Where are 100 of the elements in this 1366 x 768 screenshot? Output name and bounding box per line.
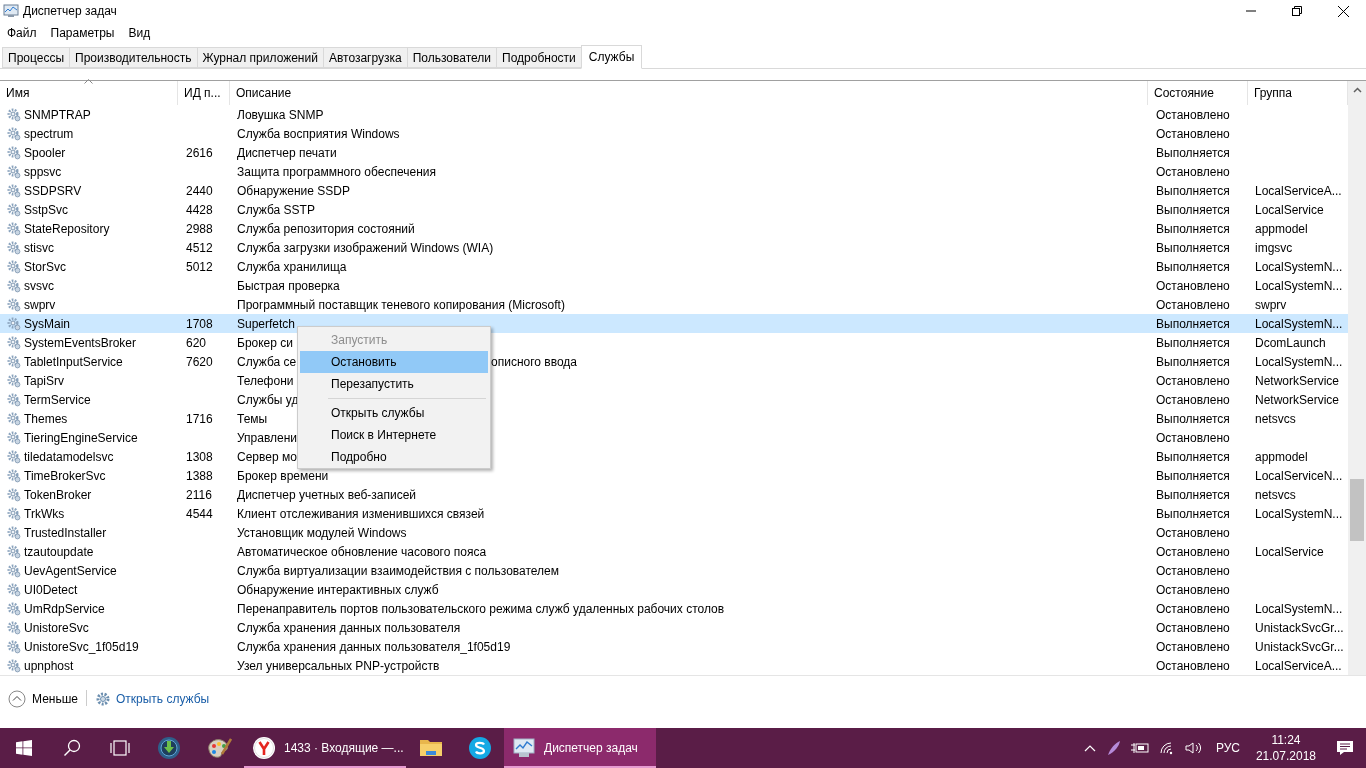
table-cell: LocalService (1255, 544, 1324, 559)
gear-icon (7, 354, 21, 369)
table-cell-text: Диспетчер печати (237, 144, 337, 162)
scrollbar[interactable] (1348, 81, 1366, 675)
table-cell[interactable]: spectrum (24, 124, 74, 143)
menu-item[interactable]: Параметры (43, 24, 122, 42)
tab[interactable]: Службы (580, 45, 643, 69)
menu-item[interactable]: Подробно (300, 446, 488, 468)
table-cell: Выполняется (1156, 468, 1230, 483)
clock-date[interactable]: 21.07.2018 (1255, 748, 1316, 764)
table-cell[interactable]: TapiSrv (24, 371, 64, 390)
menu-item[interactable]: Вид (121, 24, 158, 42)
table-cell: Остановлено (1156, 658, 1230, 673)
gear-icon (7, 259, 21, 274)
table-cell: Выполняется (1156, 449, 1230, 464)
table-cell: Остановлено (1156, 620, 1230, 635)
gear-icon (7, 487, 21, 502)
tab[interactable]: Пользователи (406, 47, 497, 68)
table-cell[interactable]: TabletInputService (24, 352, 123, 371)
table-cell[interactable]: UevAgentService (24, 561, 117, 580)
gear-icon (7, 544, 21, 559)
tab[interactable]: Подробности (496, 47, 581, 68)
table-cell[interactable]: SysMain (24, 314, 70, 333)
table-cell[interactable]: Themes (24, 409, 68, 428)
table-cell[interactable]: UmRdpService (24, 599, 105, 618)
gear-icon (7, 658, 21, 673)
table-cell-text: Обнаружение интерактивных служб (237, 581, 439, 599)
table-cell: NetworkService (1255, 373, 1340, 388)
table-cell[interactable]: sppsvc (24, 162, 62, 181)
scroll-up-icon[interactable] (1352, 87, 1362, 93)
table-cell[interactable]: SystemEventsBroker (24, 333, 137, 352)
battery-icon[interactable] (1130, 742, 1149, 754)
tab[interactable]: Автозагрузка (322, 47, 407, 68)
taskbar-button[interactable]: Диспетчер задач (504, 728, 656, 768)
table-cell[interactable]: TokenBroker (24, 485, 92, 504)
chevron-up-icon[interactable] (1083, 744, 1096, 752)
table-cell[interactable]: tiledatamodelsvc (24, 447, 114, 466)
table-cell[interactable]: StorSvc (24, 257, 66, 276)
column-header[interactable]: Описание (230, 81, 1148, 105)
fewer-details-button[interactable]: Меньше (8, 690, 78, 708)
table-cell[interactable]: Spooler (24, 143, 66, 162)
table-cell: Остановлено (1156, 544, 1230, 559)
menu-item[interactable]: Поиск в Интернете (300, 424, 488, 446)
table-cell[interactable]: StateRepository (24, 219, 110, 238)
table-cell[interactable]: SNMPTRAP (24, 105, 91, 124)
table-cell[interactable]: UI0Detect (24, 580, 78, 599)
table-cell[interactable]: UnistoreSvc (24, 618, 89, 637)
table-cell[interactable]: upnphost (24, 656, 74, 675)
table-cell[interactable]: svsvc (24, 276, 54, 295)
column-header[interactable]: Имя (0, 81, 178, 105)
table-cell[interactable]: UnistoreSvc_1f05d19 (24, 637, 139, 656)
table-cell: 1388 (186, 468, 213, 483)
table-cell[interactable]: TimeBrokerSvc (24, 466, 106, 485)
tab[interactable]: Процессы (2, 47, 69, 68)
gear-icon (7, 297, 21, 312)
clock-time[interactable]: 11:24 (1271, 732, 1301, 748)
table-cell: 7620 (186, 354, 213, 369)
speaker-icon[interactable] (1184, 741, 1203, 755)
column-header[interactable]: ИД п... (178, 81, 230, 105)
table-cell: 1308 (186, 449, 213, 464)
notifications-icon[interactable] (1336, 740, 1354, 756)
table-cell[interactable]: TermService (24, 390, 91, 409)
table-cell[interactable]: TrustedInstaller (24, 523, 107, 542)
table-cell-text: Телефони (237, 372, 294, 390)
table-cell-text: Служба се (237, 353, 297, 371)
menu-item[interactable]: Открыть службы (300, 402, 488, 424)
tab[interactable]: Производительность (69, 47, 197, 68)
column-header[interactable]: Состояние (1148, 81, 1248, 105)
table-cell[interactable]: TieringEngineService (24, 428, 138, 447)
menu-item[interactable]: Остановить (300, 351, 488, 373)
collapse-icon (8, 690, 26, 708)
table-cell: 4428 (186, 202, 213, 217)
table-cell[interactable]: TrkWks (24, 504, 65, 523)
task-view-icon (109, 740, 131, 756)
table-cell: Остановлено (1156, 278, 1230, 293)
menu-item[interactable]: Файл (0, 24, 44, 42)
tab[interactable]: Журнал приложений (196, 47, 323, 68)
scrollbar-thumb[interactable] (1350, 479, 1364, 541)
skype-icon (468, 736, 492, 760)
table-cell-text: Установщик модулей Windows (237, 524, 407, 542)
table-cell[interactable]: SstpSvc (24, 200, 68, 219)
table-cell[interactable]: tzautoupdate (24, 542, 94, 561)
table-cell-text: Управлени (237, 429, 298, 447)
table-cell: Выполняется (1156, 411, 1230, 426)
table-cell[interactable]: swprv (24, 295, 56, 314)
menu-item[interactable]: Перезапустить (300, 373, 488, 395)
open-services-link[interactable]: Открыть службы (116, 690, 210, 708)
gear-icon (7, 373, 21, 388)
table-cell[interactable]: stisvc (24, 238, 54, 257)
table-cell[interactable]: SSDPSRV (24, 181, 82, 200)
table-cell-text: Узел универсальных PNP-устройств (237, 657, 440, 675)
task-manager-icon (3, 4, 19, 18)
feather-icon[interactable] (1106, 740, 1121, 756)
taskbar-button[interactable]: 1433 · Входящие —... (244, 728, 406, 768)
wifi-icon[interactable] (1158, 741, 1175, 755)
table-cell: Выполняется (1156, 221, 1230, 236)
palette-icon (206, 736, 232, 760)
row-highlight[interactable] (0, 314, 1348, 333)
language-indicator[interactable]: РУС (1215, 739, 1240, 757)
table-cell-text: Служба SSTP (237, 201, 315, 219)
